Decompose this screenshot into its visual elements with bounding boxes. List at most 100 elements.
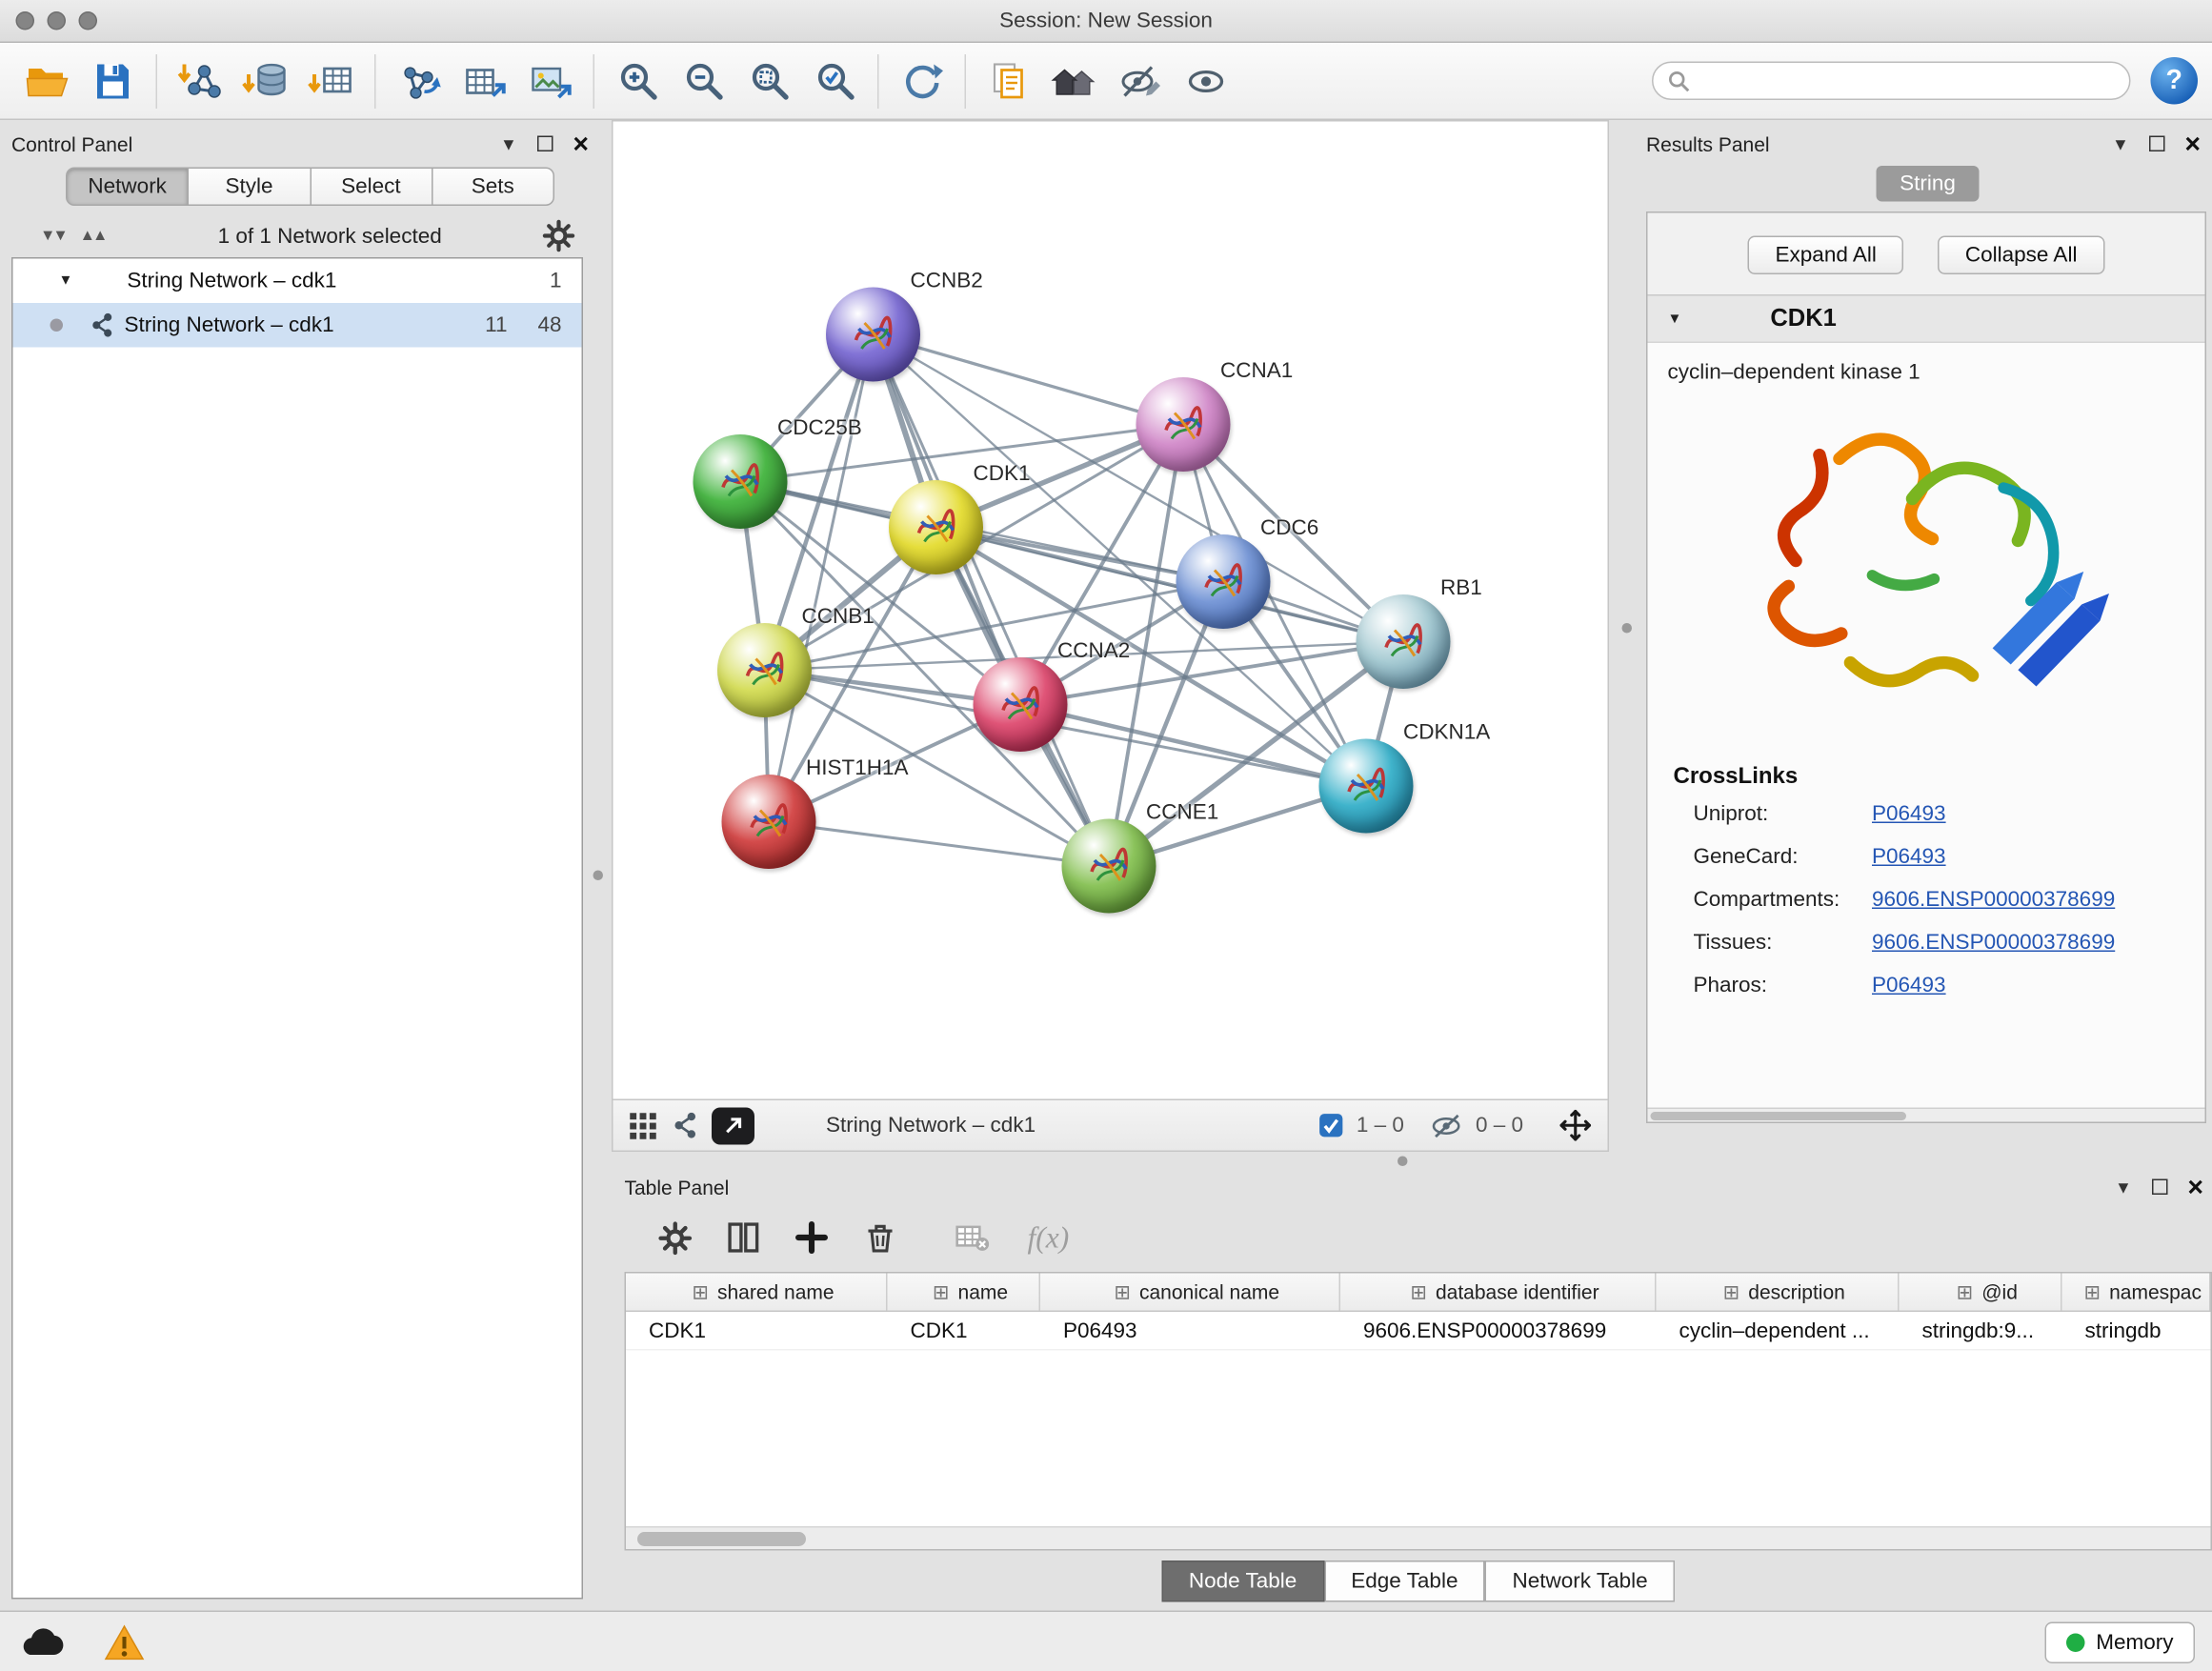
tab-edge-table[interactable]: Edge Table bbox=[1324, 1560, 1485, 1602]
import-network-file-button[interactable] bbox=[168, 50, 233, 112]
table-cell[interactable]: cyclin–dependent ... bbox=[1657, 1312, 1900, 1349]
crosslink-compartments[interactable]: 9606.ENSP00000378699 bbox=[1872, 888, 2115, 913]
network-node-CDK1[interactable] bbox=[889, 480, 983, 574]
network-node-CCNB1[interactable] bbox=[717, 623, 812, 717]
crosslink-tissues[interactable]: 9606.ENSP00000378699 bbox=[1872, 931, 2115, 956]
table-settings-button[interactable] bbox=[651, 1215, 699, 1260]
scrollbar-thumb[interactable] bbox=[1651, 1112, 1907, 1120]
gene-section-header[interactable]: ▼ CDK1 bbox=[1648, 294, 2205, 343]
section-collapse-icon[interactable]: ▼ bbox=[1668, 311, 1682, 327]
export-image-button[interactable] bbox=[517, 50, 583, 112]
close-panel-icon[interactable]: × bbox=[573, 131, 589, 158]
new-table-button[interactable] bbox=[452, 50, 517, 112]
tab-network[interactable]: Network bbox=[66, 168, 189, 207]
table-cell[interactable]: 9606.ENSP00000378699 bbox=[1340, 1312, 1657, 1349]
crosslink-genecard[interactable]: P06493 bbox=[1872, 845, 1946, 870]
results-horizontal-scrollbar[interactable] bbox=[1648, 1108, 2205, 1122]
zoom-out-button[interactable] bbox=[671, 50, 736, 112]
column-header[interactable]: ⊞description bbox=[1657, 1274, 1900, 1311]
show-columns-button[interactable] bbox=[719, 1215, 768, 1260]
import-table-button[interactable] bbox=[299, 50, 365, 112]
function-builder-button[interactable]: f(x) bbox=[1028, 1219, 1070, 1256]
pan-crosshair-icon[interactable] bbox=[1558, 1108, 1594, 1144]
hidden-eye-slash-icon[interactable] bbox=[1430, 1111, 1464, 1139]
copy-document-button[interactable] bbox=[976, 50, 1042, 112]
tab-style[interactable]: Style bbox=[189, 168, 311, 207]
crosslink-uniprot[interactable]: P06493 bbox=[1872, 802, 1946, 827]
zoom-selected-button[interactable] bbox=[802, 50, 868, 112]
network-canvas[interactable]: CCNB2CCNA1CDC25BCDK1CDC6RB1CCNB1CCNA2CDK… bbox=[612, 120, 1609, 1100]
apply-layout-button[interactable] bbox=[889, 50, 955, 112]
network-node-RB1[interactable] bbox=[1357, 594, 1451, 689]
open-session-button[interactable] bbox=[14, 50, 80, 112]
zoom-fit-button[interactable] bbox=[736, 50, 802, 112]
zoom-in-button[interactable] bbox=[605, 50, 671, 112]
float-panel-icon[interactable] bbox=[537, 135, 553, 154]
expand-all-button[interactable]: Expand All bbox=[1748, 236, 1903, 275]
float-panel-icon[interactable] bbox=[2152, 1178, 2168, 1198]
cloud-icon[interactable] bbox=[17, 1623, 66, 1661]
network-node-CDC25B[interactable] bbox=[694, 434, 788, 529]
birdseye-grid-icon[interactable] bbox=[628, 1110, 659, 1141]
tab-node-table[interactable]: Node Table bbox=[1161, 1560, 1323, 1602]
column-header[interactable]: ⊞name bbox=[888, 1274, 1041, 1311]
table-cell[interactable]: CDK1 bbox=[888, 1312, 1041, 1349]
network-glyph-icon[interactable] bbox=[671, 1111, 701, 1141]
tab-sets[interactable]: Sets bbox=[432, 168, 554, 207]
close-panel-icon[interactable]: × bbox=[2184, 131, 2201, 158]
warning-icon[interactable] bbox=[103, 1622, 146, 1661]
show-eye-button[interactable] bbox=[1174, 50, 1239, 112]
delete-column-button[interactable] bbox=[856, 1215, 905, 1260]
help-button[interactable]: ? bbox=[2151, 57, 2199, 105]
string-tab-badge[interactable]: String bbox=[1877, 166, 1979, 202]
close-panel-icon[interactable]: × bbox=[2187, 1174, 2203, 1201]
float-panel-icon[interactable] bbox=[2149, 135, 2165, 154]
collapse-all-icon[interactable]: ▼▼ bbox=[40, 228, 66, 245]
search-box[interactable] bbox=[1652, 62, 2131, 101]
selected-checkbox-icon[interactable] bbox=[1317, 1112, 1345, 1139]
table-cell[interactable]: P06493 bbox=[1040, 1312, 1340, 1349]
tab-network-table[interactable]: Network Table bbox=[1485, 1560, 1675, 1602]
network-node-CDC6[interactable] bbox=[1176, 534, 1271, 629]
expand-all-icon[interactable]: ▲▲ bbox=[80, 228, 106, 245]
horizontal-splitter[interactable] bbox=[597, 1152, 2212, 1169]
network-node-CDKN1A[interactable] bbox=[1319, 739, 1414, 834]
new-network-button[interactable] bbox=[386, 50, 452, 112]
table-row[interactable]: CDK1 CDK1 P06493 9606.ENSP00000378699 cy… bbox=[626, 1312, 2211, 1351]
home-networks-button[interactable] bbox=[1042, 50, 1108, 112]
network-node-CCNB2[interactable] bbox=[826, 288, 920, 382]
tree-expand-icon[interactable]: ▼ bbox=[59, 273, 73, 290]
table-horizontal-scrollbar[interactable] bbox=[626, 1526, 2211, 1549]
network-options-gear-icon[interactable] bbox=[540, 217, 577, 254]
column-header[interactable]: ⊞@id bbox=[1900, 1274, 2062, 1311]
tab-select[interactable]: Select bbox=[311, 168, 432, 207]
column-header[interactable]: ⊞database identifier bbox=[1340, 1274, 1657, 1311]
table-cell[interactable]: stringdb bbox=[2062, 1312, 2211, 1349]
network-row[interactable]: String Network – cdk1 11 48 bbox=[13, 303, 582, 348]
network-collection-row[interactable]: ▼ String Network – cdk1 1 bbox=[13, 259, 582, 304]
table-cell[interactable]: CDK1 bbox=[626, 1312, 888, 1349]
column-header[interactable]: ⊞namespac bbox=[2062, 1274, 2211, 1311]
network-node-CCNE1[interactable] bbox=[1062, 819, 1156, 914]
crosslink-pharos[interactable]: P06493 bbox=[1872, 974, 1946, 998]
column-header[interactable]: ⊞shared name bbox=[626, 1274, 888, 1311]
panel-menu-icon[interactable]: ▼ bbox=[500, 136, 517, 153]
panel-menu-icon[interactable]: ▼ bbox=[2115, 1179, 2132, 1197]
add-column-button[interactable] bbox=[788, 1215, 836, 1260]
network-node-CCNA1[interactable] bbox=[1136, 377, 1231, 472]
table-cell[interactable]: stringdb:9... bbox=[1900, 1312, 2062, 1349]
open-in-browser-button[interactable] bbox=[712, 1107, 754, 1144]
vertical-splitter[interactable] bbox=[1609, 120, 1646, 1152]
scrollbar-thumb[interactable] bbox=[637, 1532, 806, 1546]
panel-menu-icon[interactable]: ▼ bbox=[2112, 136, 2129, 153]
hide-annotation-button[interactable] bbox=[1108, 50, 1174, 112]
column-header[interactable]: ⊞canonical name bbox=[1040, 1274, 1340, 1311]
search-input[interactable] bbox=[1699, 70, 2116, 92]
save-session-button[interactable] bbox=[80, 50, 146, 112]
network-node-HIST1H1A[interactable] bbox=[722, 775, 816, 869]
collapse-all-button[interactable]: Collapse All bbox=[1938, 236, 2104, 275]
network-node-CCNA2[interactable] bbox=[974, 657, 1068, 752]
import-network-database-button[interactable] bbox=[233, 50, 299, 112]
memory-button[interactable]: Memory bbox=[2044, 1621, 2195, 1663]
clear-table-button-disabled[interactable] bbox=[948, 1215, 996, 1260]
